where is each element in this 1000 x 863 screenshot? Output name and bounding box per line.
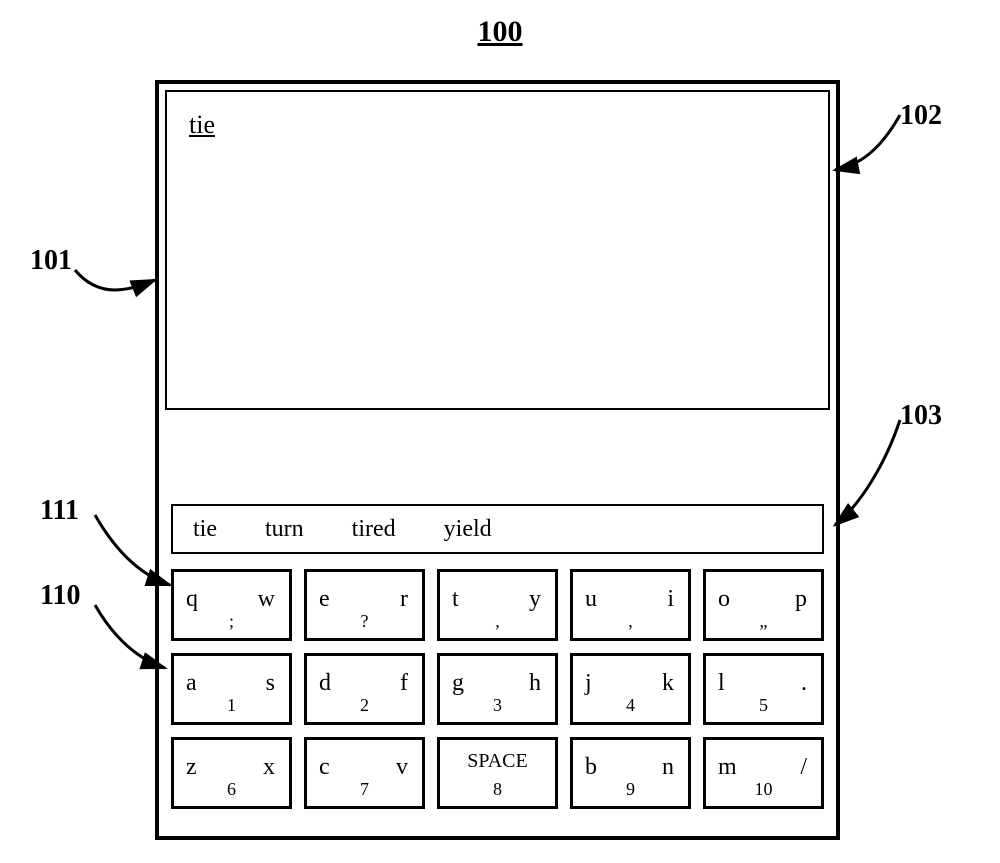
figure-number: 100 — [0, 15, 1000, 49]
callout-110: 110 — [40, 580, 80, 612]
arrow-icon — [830, 110, 920, 190]
key-er[interactable]: e r ? — [304, 569, 425, 641]
suggestion-bar: tie turn tired yield — [171, 504, 824, 554]
key-left: m — [718, 754, 737, 781]
key-ui[interactable]: u i , — [570, 569, 691, 641]
key-op[interactable]: o p „ — [703, 569, 824, 641]
key-left: e — [319, 586, 330, 613]
key-zx[interactable]: z x 6 — [171, 737, 292, 809]
key-right: r — [400, 586, 408, 613]
callout-111: 111 — [40, 495, 79, 527]
key-right: . — [801, 670, 807, 697]
key-mslash[interactable]: m / 10 — [703, 737, 824, 809]
suggestion-item[interactable]: turn — [265, 516, 304, 543]
key-gh[interactable]: g h 3 — [437, 653, 558, 725]
key-sub: , — [495, 611, 500, 632]
arrow-icon — [90, 510, 180, 590]
key-right: / — [800, 754, 807, 781]
key-right: w — [258, 586, 275, 613]
key-bn[interactable]: b n 9 — [570, 737, 691, 809]
key-space[interactable]: SPACE 8 — [437, 737, 558, 809]
key-right: s — [266, 670, 275, 697]
key-left: a — [186, 670, 197, 697]
arrow-icon — [70, 260, 170, 320]
key-sub: 8 — [493, 779, 502, 800]
key-right: v — [396, 754, 408, 781]
key-sub: 4 — [626, 695, 635, 716]
key-left: l — [718, 670, 725, 697]
key-left: z — [186, 754, 197, 781]
key-sub: 10 — [755, 779, 773, 800]
key-df[interactable]: d f 2 — [304, 653, 425, 725]
key-right: f — [400, 670, 408, 697]
key-left: o — [718, 586, 730, 613]
key-sub: ; — [229, 611, 234, 632]
key-sub: 9 — [626, 779, 635, 800]
key-left: u — [585, 586, 597, 613]
key-center: SPACE — [440, 750, 555, 773]
key-sub: 1 — [227, 695, 236, 716]
key-sub: 3 — [493, 695, 502, 716]
key-left: c — [319, 754, 330, 781]
key-sub: „ — [760, 611, 768, 632]
text-display-area[interactable]: tie — [165, 90, 830, 410]
key-right: n — [662, 754, 674, 781]
key-left: b — [585, 754, 597, 781]
key-right: k — [662, 670, 674, 697]
key-jk[interactable]: j k 4 — [570, 653, 691, 725]
key-left: j — [585, 670, 592, 697]
key-right: x — [263, 754, 275, 781]
suggestion-item[interactable]: tired — [352, 516, 396, 543]
key-sub: 2 — [360, 695, 369, 716]
key-right: y — [529, 586, 541, 613]
key-left: g — [452, 670, 464, 697]
key-right: p — [795, 586, 807, 613]
key-left: d — [319, 670, 331, 697]
key-cv[interactable]: c v 7 — [304, 737, 425, 809]
key-l[interactable]: l . 5 — [703, 653, 824, 725]
key-sub: 5 — [759, 695, 768, 716]
key-right: i — [667, 586, 674, 613]
key-ty[interactable]: t y , — [437, 569, 558, 641]
keyboard: q w ; e r ? t y , u i , o p „ a s 1 — [171, 569, 824, 809]
device-frame: tie tie turn tired yield q w ; e r ? t y… — [155, 80, 840, 840]
arrow-icon — [90, 600, 180, 680]
key-sub: , — [628, 611, 633, 632]
key-as[interactable]: a s 1 — [171, 653, 292, 725]
suggestion-item[interactable]: yield — [444, 516, 492, 543]
key-left: t — [452, 586, 459, 613]
key-sub: 6 — [227, 779, 236, 800]
arrow-icon — [830, 415, 920, 535]
key-sub: ? — [361, 611, 369, 632]
suggestion-item[interactable]: tie — [193, 516, 217, 543]
key-qw[interactable]: q w ; — [171, 569, 292, 641]
key-right: h — [529, 670, 541, 697]
key-sub: 7 — [360, 779, 369, 800]
callout-101: 101 — [30, 245, 72, 277]
typed-text: tie — [189, 110, 215, 139]
key-left: q — [186, 586, 198, 613]
